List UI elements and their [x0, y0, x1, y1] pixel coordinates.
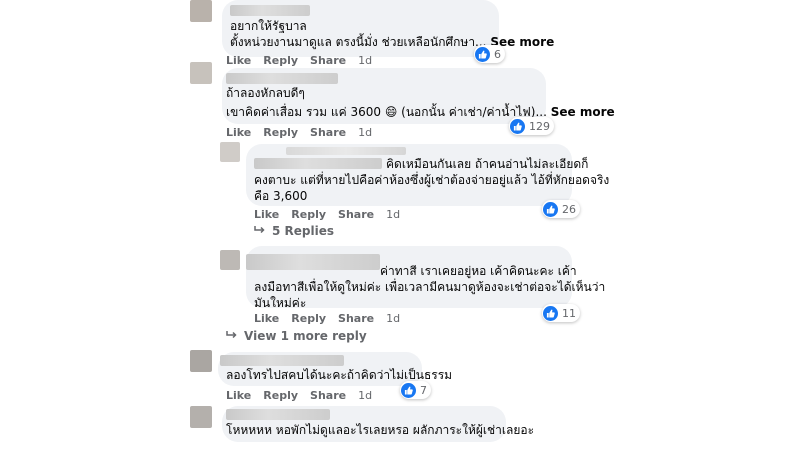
- comment-text-line: อยากให้รัฐบาล: [230, 19, 307, 33]
- like-icon: [543, 201, 558, 217]
- timestamp[interactable]: 1d: [386, 208, 400, 221]
- comment-text-line: คิดเหมือนกันเลย ถ้าคนอ่านไม่ละเอียดก็: [386, 157, 589, 171]
- avatar[interactable]: [190, 0, 212, 22]
- reply-arrow-icon: [226, 329, 238, 343]
- comment-text-line: โหหหหห หอพักไม่ดูแลอะไรเลยหรอ ผลักภาระให…: [226, 423, 535, 437]
- share-button[interactable]: Share: [310, 389, 346, 402]
- comment-text-line: มันใหม่ค่ะ: [254, 296, 307, 310]
- comment-text: ตั้งหน่วยงานมาดูแล ตรงนี้มั่ง ช่วยเหลือน…: [230, 35, 487, 49]
- reply-button[interactable]: Reply: [291, 208, 326, 221]
- reaction-count-text: 26: [562, 202, 576, 216]
- like-icon: [510, 118, 525, 134]
- redacted-author-name: [220, 355, 344, 366]
- comment-bubble: คิดเหมือนกันเลย ถ้าคนอ่านไม่ละเอียดก็ คง…: [246, 144, 609, 206]
- share-button[interactable]: Share: [338, 208, 374, 221]
- redacted-author-name: [246, 254, 380, 270]
- comment-actions: Like Reply Share 1d: [226, 126, 372, 139]
- avatar[interactable]: [190, 406, 212, 428]
- comment-text-line: ถ้าลองหักลบดีๆ: [226, 86, 305, 100]
- like-button[interactable]: Like: [254, 312, 279, 325]
- like-button[interactable]: Like: [226, 126, 251, 139]
- see-more-link[interactable]: See more: [551, 105, 615, 119]
- timestamp[interactable]: 1d: [358, 126, 372, 139]
- redacted-author-name: [226, 73, 338, 84]
- reaction-count-text: 11: [562, 306, 576, 320]
- comment-actions: Like Reply Share 1d: [226, 389, 372, 402]
- like-icon: [401, 382, 416, 398]
- like-button[interactable]: Like: [226, 54, 251, 67]
- comment-text-line: คงตาบะ แต่ที่หายไปคือค่าห้องซึ่งผู้เช่าต…: [254, 173, 610, 187]
- comment-text-line-with-more: ตั้งหน่วยงานมาดูแล ตรงนี้มั่ง ช่วยเหลือน…: [230, 34, 554, 51]
- view-replies-link[interactable]: 5 Replies: [254, 224, 334, 238]
- share-button[interactable]: Share: [310, 126, 346, 139]
- comment-text-line-with-more: เขาคิดค่าเสื่อม รวม แค่ 3600 😄 (นอกนั้น …: [226, 104, 615, 121]
- comment-text: เขาคิดค่าเสื่อม รวม แค่ 3600 😄 (นอกนั้น …: [226, 105, 547, 119]
- reaction-count[interactable]: 26: [542, 200, 580, 218]
- comment-bubble: ถ้าลองหักลบดีๆ เขาคิดค่าเสื่อม รวม แค่ 3…: [222, 68, 615, 124]
- like-icon: [475, 46, 490, 62]
- comment-actions: Like Reply Share 1d: [254, 312, 400, 325]
- avatar[interactable]: [220, 142, 240, 162]
- redacted-author-name: [254, 158, 382, 169]
- reply-button[interactable]: Reply: [263, 54, 298, 67]
- redacted-author-name: [286, 147, 406, 155]
- reaction-count[interactable]: 7: [400, 381, 431, 399]
- reaction-count[interactable]: 6: [474, 45, 505, 63]
- reply-button[interactable]: Reply: [291, 312, 326, 325]
- reaction-count-text: 6: [494, 47, 501, 61]
- comment-actions: Like Reply Share 1d: [254, 208, 400, 221]
- timestamp[interactable]: 1d: [358, 54, 372, 67]
- reply-arrow-icon: [254, 224, 266, 238]
- timestamp[interactable]: 1d: [358, 389, 372, 402]
- comment-text-line: คือ 3,600: [254, 189, 308, 203]
- reaction-count-text: 7: [420, 383, 427, 397]
- timestamp[interactable]: 1d: [386, 312, 400, 325]
- view-more-replies-link[interactable]: View 1 more reply: [226, 329, 367, 343]
- comment-bubble: โหหหหห หอพักไม่ดูแลอะไรเลยหรอ ผลักภาระให…: [222, 406, 534, 442]
- redacted-author-name: [230, 5, 310, 16]
- avatar[interactable]: [220, 250, 240, 270]
- comment-bubble: ค่าทาสี เราเคยอยู่หอ เค้าคิดนะคะ เค้า ลง…: [246, 246, 605, 310]
- reply-button[interactable]: Reply: [263, 126, 298, 139]
- share-button[interactable]: Share: [310, 54, 346, 67]
- like-icon: [543, 305, 558, 321]
- comment-actions: Like Reply Share 1d: [226, 54, 372, 67]
- share-button[interactable]: Share: [338, 312, 374, 325]
- like-button[interactable]: Like: [226, 389, 251, 402]
- redacted-author-name: [226, 409, 330, 420]
- comment-bubble: ลองโทรไปสคบได้นะคะถ้าคิดว่าไม่เป็นธรรม: [218, 352, 452, 386]
- comment-text-line: ลงมือทาสีเพื่อให้ดูใหม่ค่ะ เพื่อเวลามีคน…: [254, 280, 606, 294]
- comment-text-line: ค่าทาสี เราเคยอยู่หอ เค้าคิดนะคะ เค้า: [380, 264, 577, 278]
- reaction-count[interactable]: 129: [509, 117, 554, 135]
- comment-bubble: อยากให้รัฐบาล ตั้งหน่วยงานมาดูแล ตรงนี้ม…: [222, 0, 554, 57]
- view-replies-label: View 1 more reply: [244, 329, 367, 343]
- view-replies-label: 5 Replies: [272, 224, 335, 238]
- avatar[interactable]: [190, 350, 212, 372]
- reply-button[interactable]: Reply: [263, 389, 298, 402]
- avatar[interactable]: [190, 62, 212, 84]
- like-button[interactable]: Like: [254, 208, 279, 221]
- reaction-count[interactable]: 11: [542, 304, 580, 322]
- reaction-count-text: 129: [529, 119, 550, 133]
